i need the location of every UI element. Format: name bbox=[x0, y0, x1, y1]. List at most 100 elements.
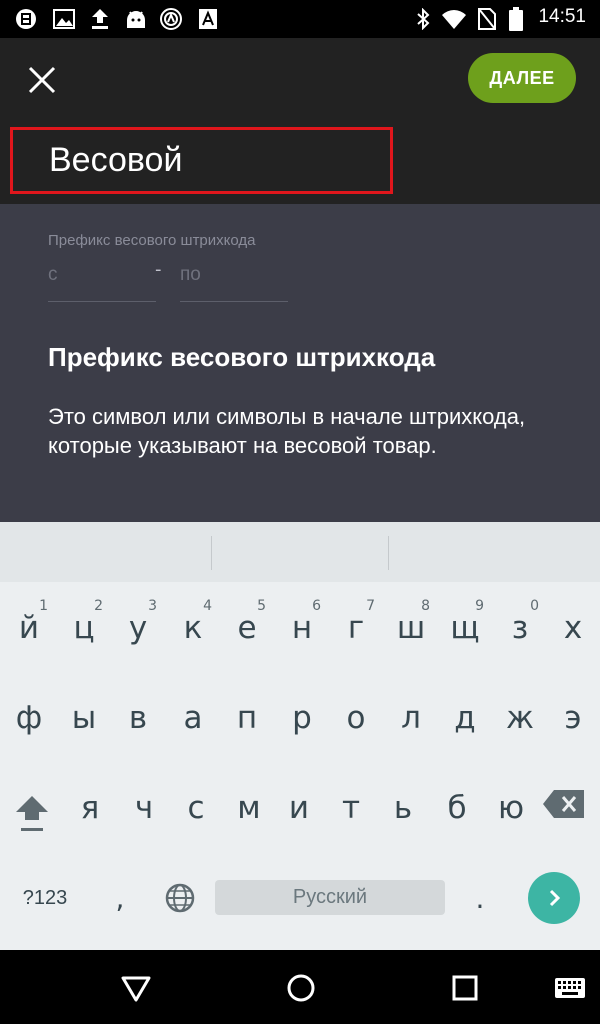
symbols-key[interactable]: ?123 bbox=[8, 858, 82, 938]
shift-icon bbox=[16, 796, 48, 831]
next-button[interactable]: ДАЛЕЕ bbox=[468, 53, 576, 103]
key-label: г bbox=[347, 610, 365, 646]
prefix-from-field bbox=[48, 256, 156, 302]
keyboard-row-2: фывапролджэ bbox=[0, 678, 600, 758]
key-label: у bbox=[128, 610, 148, 646]
key[interactable]: у3 bbox=[111, 588, 165, 668]
suggestion-divider bbox=[388, 536, 389, 570]
prefix-label: Префикс весового штрихкода bbox=[48, 232, 256, 249]
suggestion-strip[interactable] bbox=[0, 522, 600, 582]
close-button[interactable] bbox=[22, 60, 62, 100]
key-label: х bbox=[563, 610, 583, 646]
keyboard-row-1: й1ц2у3к4е5н6г7ш8щ9з0х bbox=[0, 588, 600, 668]
key[interactable]: г7 bbox=[329, 588, 383, 668]
title-highlight: Весовой bbox=[10, 127, 393, 194]
space-key[interactable]: Русский bbox=[215, 880, 445, 915]
key[interactable]: в bbox=[111, 678, 165, 758]
home-icon bbox=[287, 974, 315, 1002]
key[interactable]: й1 bbox=[2, 588, 56, 668]
page-title[interactable]: Весовой bbox=[49, 141, 182, 180]
period-key[interactable]: . bbox=[455, 858, 505, 938]
key-hint: 0 bbox=[530, 598, 539, 614]
wifi-icon bbox=[440, 8, 468, 30]
key-hint: 3 bbox=[148, 598, 157, 614]
key[interactable]: ш8 bbox=[384, 588, 438, 668]
key[interactable]: ж bbox=[493, 678, 547, 758]
vpn-icon bbox=[158, 8, 184, 30]
chevron-right-icon bbox=[549, 889, 561, 907]
key[interactable]: б bbox=[430, 768, 484, 848]
key-label: щ bbox=[450, 610, 480, 646]
key[interactable]: ю bbox=[484, 768, 538, 848]
key[interactable]: р bbox=[275, 678, 329, 758]
prefix-from-input[interactable] bbox=[48, 256, 156, 294]
key-hint: 7 bbox=[366, 598, 375, 614]
key[interactable]: щ9 bbox=[438, 588, 492, 668]
key[interactable]: ь bbox=[376, 768, 430, 848]
globe-icon bbox=[165, 883, 195, 913]
key[interactable]: ц2 bbox=[57, 588, 111, 668]
language-switch-key[interactable] bbox=[156, 874, 204, 922]
recents-icon bbox=[452, 975, 478, 1001]
help-text: Это символ или символы в начале штрихкод… bbox=[48, 404, 526, 458]
back-button[interactable] bbox=[116, 970, 156, 1006]
key-hint: 2 bbox=[94, 598, 103, 614]
no-sim-icon bbox=[476, 8, 498, 30]
home-button[interactable] bbox=[281, 970, 321, 1006]
key[interactable]: д bbox=[438, 678, 492, 758]
backspace-key[interactable] bbox=[542, 788, 586, 820]
key-label: к bbox=[183, 610, 203, 646]
key[interactable]: к4 bbox=[166, 588, 220, 668]
prefix-to-input[interactable] bbox=[180, 256, 288, 294]
key[interactable]: л bbox=[384, 678, 438, 758]
key-hint: 9 bbox=[475, 598, 484, 614]
keyboard-switch-icon bbox=[555, 978, 585, 998]
key-label: й bbox=[18, 610, 40, 646]
key-hint: 8 bbox=[421, 598, 430, 614]
key-hint: 1 bbox=[39, 598, 48, 614]
key[interactable]: с bbox=[169, 768, 223, 848]
recents-button[interactable] bbox=[445, 970, 485, 1006]
close-icon bbox=[28, 66, 56, 94]
key[interactable]: я bbox=[63, 768, 117, 848]
help-title: Префикс весового штрихкода bbox=[48, 342, 436, 372]
key-label: ц bbox=[73, 610, 95, 646]
android-icon bbox=[123, 8, 149, 30]
keyboard-row-3: ячсмитьбю bbox=[0, 768, 600, 848]
app-bar: ДАЛЕЕ Весовой bbox=[0, 38, 600, 204]
prefix-to-field bbox=[180, 256, 288, 302]
key[interactable]: э bbox=[546, 678, 600, 758]
key[interactable]: е5 bbox=[220, 588, 274, 668]
bluetooth-icon bbox=[414, 8, 432, 30]
translate-icon bbox=[197, 8, 219, 30]
status-time: 14:51 bbox=[538, 6, 586, 27]
key[interactable]: а bbox=[166, 678, 220, 758]
key-label: н bbox=[291, 610, 313, 646]
suggestion-divider bbox=[211, 536, 212, 570]
key[interactable]: и bbox=[272, 768, 326, 848]
status-bar: 14:51 bbox=[0, 0, 600, 38]
range-separator: - bbox=[155, 259, 162, 280]
keyboard-switch-button[interactable] bbox=[550, 970, 590, 1006]
key[interactable]: ч bbox=[117, 768, 171, 848]
key[interactable]: п bbox=[220, 678, 274, 758]
key[interactable]: о bbox=[329, 678, 383, 758]
key[interactable]: з0 bbox=[493, 588, 547, 668]
key-label: е bbox=[237, 610, 257, 646]
key[interactable]: т bbox=[324, 768, 378, 848]
soft-keyboard: й1ц2у3к4е5н6г7ш8щ9з0х фывапролджэ ячсмит… bbox=[0, 522, 600, 950]
app-notification-icon bbox=[14, 8, 38, 30]
key[interactable]: н6 bbox=[275, 588, 329, 668]
backspace-icon bbox=[543, 790, 584, 818]
key[interactable]: ф bbox=[2, 678, 56, 758]
shift-key[interactable] bbox=[8, 776, 56, 838]
comma-key[interactable]: , bbox=[95, 858, 145, 938]
key-hint: 6 bbox=[312, 598, 321, 614]
enter-key[interactable] bbox=[528, 872, 580, 924]
key-hint: 5 bbox=[257, 598, 266, 614]
key[interactable]: м bbox=[222, 768, 276, 848]
key[interactable]: ы bbox=[57, 678, 111, 758]
main-content: Префикс весового штрихкода - Префикс вес… bbox=[0, 204, 600, 522]
key[interactable]: х bbox=[546, 588, 600, 668]
navigation-bar bbox=[0, 950, 600, 1024]
